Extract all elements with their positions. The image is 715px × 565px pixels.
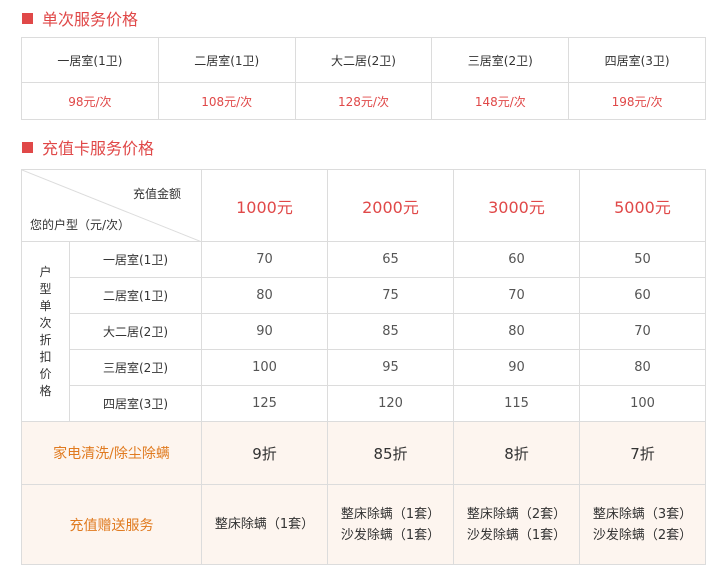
gift-cell: 整床除螨（3套） 沙发除螨（2套） [579,484,706,565]
row-name: 四居室(3卫) [69,385,202,422]
discount-cell: 8折 [453,421,580,485]
gift-line: 整床除螨（2套） [466,506,567,522]
price-cell: 198元/次 [568,82,706,120]
side-label: 户型单次折扣价格 [39,264,52,398]
gift-line: 整床除螨（1套） [214,517,315,532]
amount-cell: 1000元 [201,169,328,242]
amount-cell: 2000元 [327,169,454,242]
single-price-title: 单次服务价格 [42,10,139,29]
heading-marker [22,12,33,24]
value-cell: 125 [201,385,328,422]
value-cell: 80 [453,313,580,350]
gift-cell: 整床除螨（1套） [201,484,328,565]
gift-cell: 整床除螨（2套） 沙发除螨（1套） [453,484,580,565]
gift-line: 沙发除螨（1套） [340,527,441,543]
corner-bottom-label: 您的户型（元/次） [30,218,131,232]
discount-cell: 85折 [327,421,454,485]
row-name: 大二居(2卫) [69,313,202,350]
value-cell: 90 [453,349,580,386]
room-type-cell: 四居室(3卫) [568,37,706,83]
price-cell: 148元/次 [431,82,570,120]
value-cell: 50 [579,241,706,278]
price-cell: 108元/次 [157,82,296,120]
room-type-cell: 大二居(2卫) [294,37,433,83]
discount-label: 家电清洗/除尘除螨 [21,421,202,485]
discount-row: 家电清洗/除尘除螨 9折 85折 8折 7折 [21,421,706,485]
value-cell: 60 [453,241,580,278]
gift-line: 整床除螨（1套） [340,506,441,522]
value-cell: 65 [327,241,454,278]
gift-line: 沙发除螨（1套） [466,527,567,543]
value-cell: 90 [201,313,328,350]
value-cell: 80 [201,277,328,314]
value-cell: 80 [579,349,706,386]
table-row: 二居室(1卫) 80 75 70 60 [22,277,706,314]
gift-row: 充值赠送服务 整床除螨（1套） 整床除螨（1套） 沙发除螨（1套） 整床除螨（2… [21,484,706,565]
table-row: 户型单次折扣价格 一居室(1卫) 70 65 60 50 [21,241,706,422]
row-name: 三居室(2卫) [69,349,202,386]
price-cell: 128元/次 [294,82,433,120]
room-type-row: 一居室(1卫) 二居室(1卫) 大二居(2卫) 三居室(2卫) 四居室(3卫) [21,37,706,83]
card-price-heading: 充值卡服务价格 [22,135,154,159]
room-type-cell: 二居室(1卫) [157,37,296,83]
table-row: 大二居(2卫) 90 85 80 70 [22,313,706,350]
row-name: 二居室(1卫) [69,277,202,314]
value-cell: 115 [453,385,580,422]
corner-header: 充值金额 您的户型（元/次） [21,169,202,242]
single-price-table: 一居室(1卫) 二居室(1卫) 大二居(2卫) 三居室(2卫) 四居室(3卫) … [21,37,706,120]
value-cell: 120 [327,385,454,422]
side-label-cell: 户型单次折扣价格 [21,241,70,422]
value-cell: 75 [327,277,454,314]
corner-top-label: 充值金额 [132,187,181,201]
single-price-heading: 单次服务价格 [22,6,138,30]
value-cell: 70 [579,313,706,350]
value-cell: 70 [453,277,580,314]
gift-line: 整床除螨（3套） [592,506,693,522]
gift-cell: 整床除螨（1套） 沙发除螨（1套） [327,484,454,565]
value-cell: 70 [201,241,328,278]
amount-cell: 3000元 [453,169,580,242]
discount-cell: 7折 [579,421,706,485]
price-cell: 98元/次 [21,82,159,120]
value-cell: 100 [201,349,328,386]
row-name: 一居室(1卫) [69,241,202,278]
discount-cell: 9折 [201,421,328,485]
value-cell: 85 [327,313,454,350]
table-row: 四居室(3卫) 125 120 115 100 [22,385,706,422]
table-row: 三居室(2卫) 100 95 90 80 [22,349,706,386]
gift-label: 充值赠送服务 [21,484,202,565]
gift-line: 沙发除螨（2套） [592,527,693,543]
heading-marker [22,141,33,153]
room-type-cell: 三居室(2卫) [431,37,570,83]
card-price-table: 充值金额 您的户型（元/次） 1000元 2000元 3000元 5000元 户… [21,169,706,565]
card-price-title: 充值卡服务价格 [42,139,155,158]
price-row: 98元/次 108元/次 128元/次 148元/次 198元/次 [21,82,706,120]
value-cell: 100 [579,385,706,422]
amount-header-row: 充值金额 您的户型（元/次） 1000元 2000元 3000元 5000元 [21,169,706,242]
room-type-cell: 一居室(1卫) [21,37,159,83]
value-cell: 60 [579,277,706,314]
value-cell: 95 [327,349,454,386]
amount-cell: 5000元 [579,169,706,242]
